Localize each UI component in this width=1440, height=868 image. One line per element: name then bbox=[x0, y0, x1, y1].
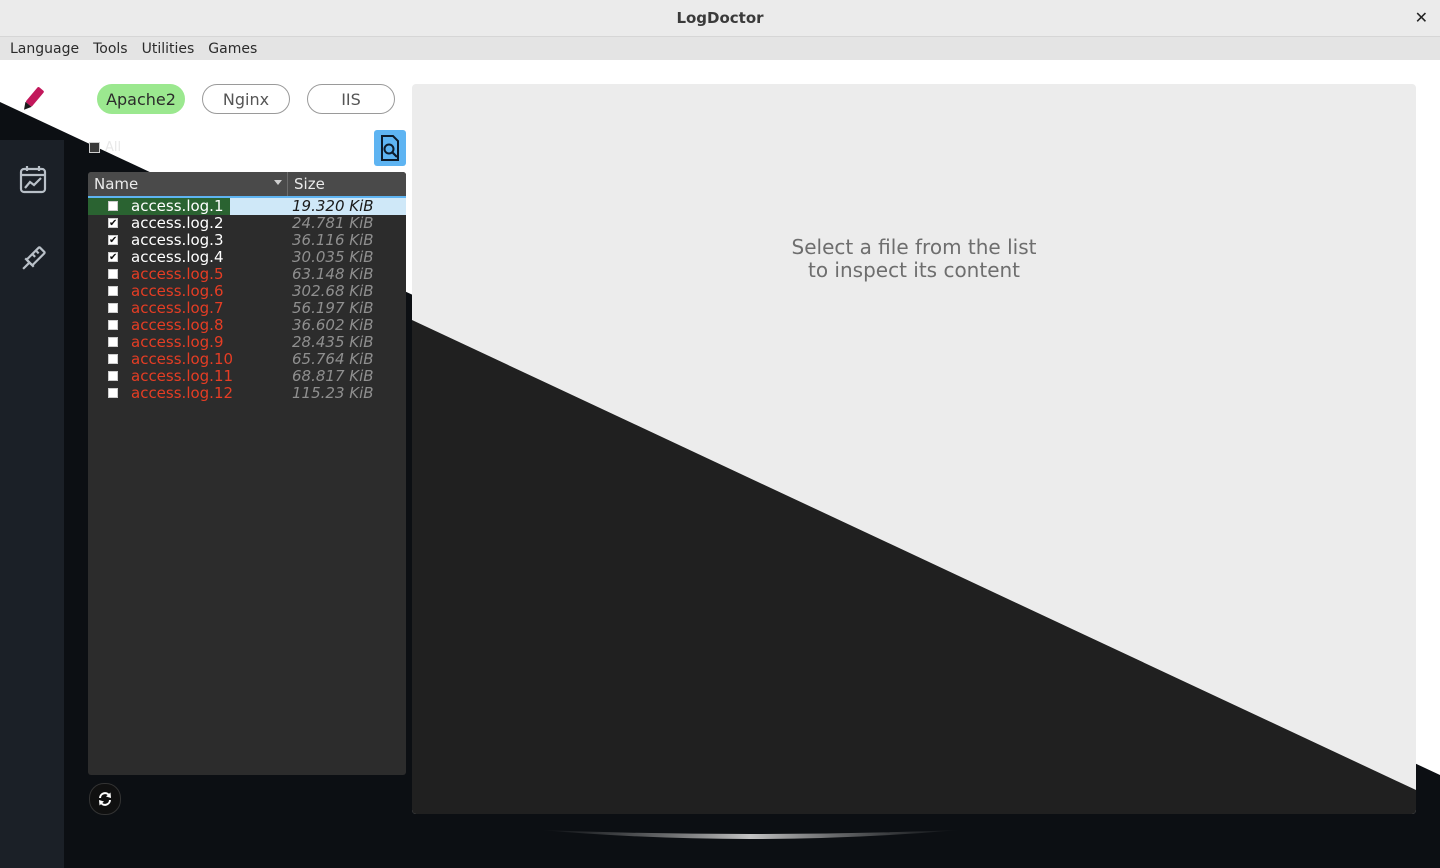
file-checkbox[interactable] bbox=[108, 337, 118, 347]
file-size: 28.435 KiB bbox=[292, 333, 374, 351]
view-file-button[interactable] bbox=[374, 130, 406, 166]
webserver-iis-button[interactable]: IIS bbox=[307, 84, 395, 114]
refresh-icon bbox=[99, 792, 111, 806]
file-size: 36.602 KiB bbox=[292, 316, 374, 334]
file-row[interactable]: ✔ access.log.3 36.116 KiB bbox=[88, 231, 406, 249]
file-row[interactable]: ✔ access.log.4 30.035 KiB bbox=[88, 248, 406, 266]
file-name: access.log.8 bbox=[131, 316, 224, 334]
file-size: 56.197 KiB bbox=[292, 299, 374, 317]
window-title: LogDoctor bbox=[676, 9, 764, 27]
file-size: 302.68 KiB bbox=[292, 282, 374, 300]
file-size: 24.781 KiB bbox=[292, 214, 374, 232]
file-row[interactable]: ✔ access.log.2 24.781 KiB bbox=[88, 214, 406, 232]
file-row[interactable]: access.log.9 28.435 KiB bbox=[88, 333, 406, 351]
file-row[interactable]: access.log.8 36.602 KiB bbox=[88, 316, 406, 334]
file-size: 115.23 KiB bbox=[292, 384, 374, 402]
file-row[interactable]: access.log.12 115.23 KiB bbox=[88, 384, 406, 402]
file-name: access.log.1 bbox=[131, 197, 224, 215]
file-row[interactable]: access.log.5 63.148 KiB bbox=[88, 265, 406, 283]
column-separator bbox=[287, 172, 288, 196]
file-row[interactable]: access.log.6 302.68 KiB bbox=[88, 282, 406, 300]
file-size: 30.035 KiB bbox=[292, 248, 374, 266]
file-row[interactable]: access.log.10 65.764 KiB bbox=[88, 350, 406, 368]
file-checkbox[interactable]: ✔ bbox=[108, 218, 118, 229]
file-checkbox[interactable] bbox=[108, 320, 118, 330]
close-icon[interactable]: ✕ bbox=[1415, 8, 1428, 27]
statistics-chart-icon[interactable] bbox=[16, 163, 50, 197]
file-checkbox[interactable] bbox=[108, 286, 118, 296]
file-size: 63.148 KiB bbox=[292, 265, 374, 283]
file-name: access.log.11 bbox=[131, 367, 234, 385]
sort-arrow-icon bbox=[274, 180, 282, 185]
file-checkbox[interactable] bbox=[108, 303, 118, 313]
file-name: access.log.7 bbox=[131, 299, 224, 317]
menu-utilities[interactable]: Utilities bbox=[137, 41, 200, 57]
file-name: access.log.4 bbox=[131, 248, 224, 266]
file-name: access.log.12 bbox=[131, 384, 234, 402]
main-content: Apache2 Nginx IIS All Name Size access.l… bbox=[0, 60, 1440, 868]
file-name: access.log.2 bbox=[131, 214, 224, 232]
select-all-checkbox[interactable]: All bbox=[89, 140, 121, 155]
file-row[interactable]: access.log.11 68.817 KiB bbox=[88, 367, 406, 385]
file-name: access.log.5 bbox=[131, 265, 224, 283]
file-checkbox[interactable]: ✔ bbox=[108, 252, 118, 263]
bottom-glow-decoration bbox=[540, 830, 960, 839]
file-search-icon bbox=[381, 135, 399, 161]
file-size: 19.320 KiB bbox=[292, 197, 374, 215]
file-size: 68.817 KiB bbox=[292, 367, 374, 385]
refresh-button[interactable] bbox=[89, 783, 121, 815]
select-all-box[interactable] bbox=[89, 142, 100, 153]
column-name-header[interactable]: Name bbox=[94, 175, 138, 193]
webserver-nginx-button[interactable]: Nginx bbox=[202, 84, 290, 114]
file-checkbox[interactable] bbox=[108, 269, 118, 279]
menu-language[interactable]: Language bbox=[5, 41, 84, 57]
file-size: 65.764 KiB bbox=[292, 350, 374, 368]
file-checkbox[interactable] bbox=[108, 371, 118, 381]
preview-dark-overlay bbox=[412, 320, 1416, 814]
menu-tools[interactable]: Tools bbox=[88, 41, 133, 57]
file-name: access.log.6 bbox=[131, 282, 224, 300]
file-checkbox[interactable] bbox=[108, 388, 118, 398]
file-checkbox[interactable] bbox=[108, 354, 118, 364]
file-checkbox[interactable]: ✔ bbox=[108, 235, 118, 246]
menu-games[interactable]: Games bbox=[203, 41, 262, 57]
file-size: 36.116 KiB bbox=[292, 231, 374, 249]
file-name: access.log.3 bbox=[131, 231, 224, 249]
select-all-label: All bbox=[105, 140, 122, 155]
webserver-apache-button[interactable]: Apache2 bbox=[97, 84, 185, 114]
file-checkbox[interactable] bbox=[108, 201, 118, 211]
column-size-header[interactable]: Size bbox=[294, 175, 325, 193]
menu-bar: Language Tools Utilities Games bbox=[0, 37, 1440, 60]
file-row[interactable]: access.log.1 19.320 KiB bbox=[88, 197, 406, 215]
file-list-header: Name Size bbox=[88, 172, 406, 198]
title-bar: LogDoctor ✕ bbox=[0, 0, 1440, 37]
file-name: access.log.10 bbox=[131, 350, 234, 368]
file-name: access.log.9 bbox=[131, 333, 224, 351]
file-row[interactable]: access.log.7 56.197 KiB bbox=[88, 299, 406, 317]
file-preview-panel: Select a file from the list to inspect i… bbox=[412, 84, 1416, 814]
logo-pencil-icon[interactable] bbox=[18, 84, 48, 114]
file-list[interactable]: Name Size access.log.1 19.320 KiB ✔ access.… bbox=[88, 172, 406, 775]
craft-tool-icon[interactable] bbox=[16, 242, 50, 276]
